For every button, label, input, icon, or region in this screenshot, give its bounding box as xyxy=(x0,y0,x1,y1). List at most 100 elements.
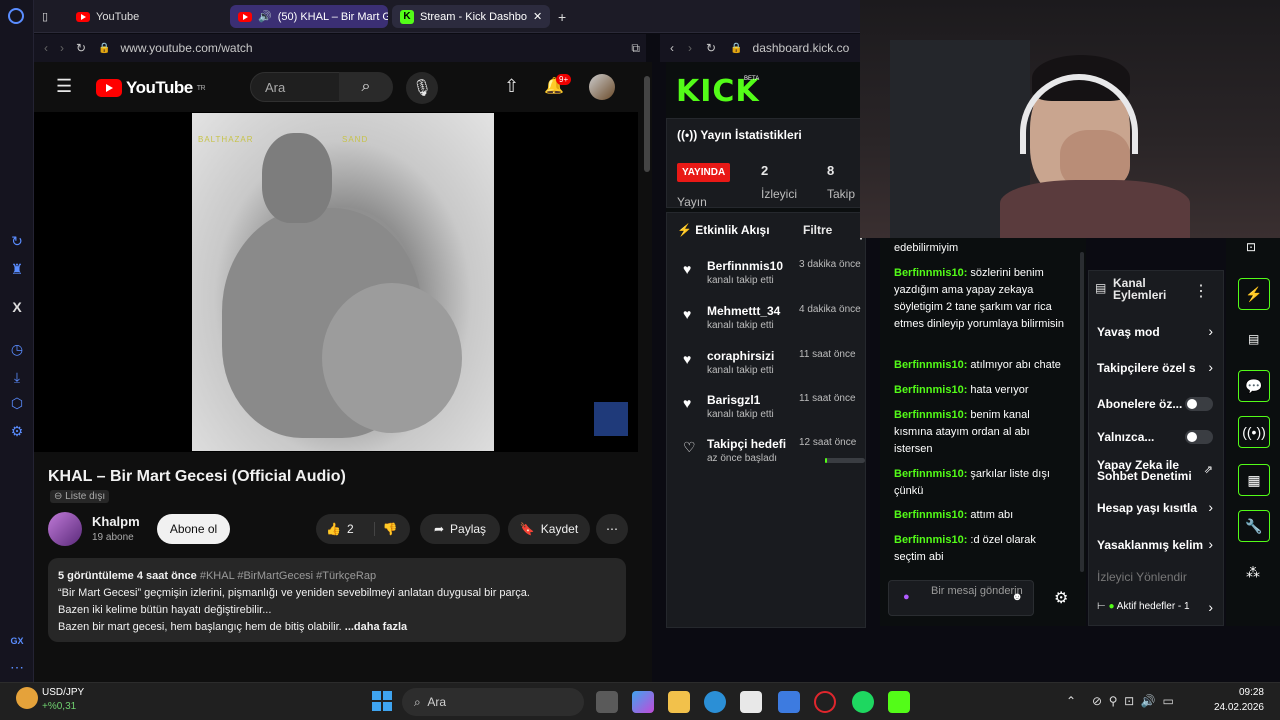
actions-menu-icon[interactable]: ⋮ xyxy=(1193,281,1209,301)
youtube-page: ☰ YouTube TR Ara ⌕ 🎙 ⇧ 🔔 9+ BALTHAZAR SA… xyxy=(34,62,652,682)
x-twitter-icon[interactable]: X xyxy=(8,298,26,316)
chat-bubble-button[interactable]: 💬 xyxy=(1238,370,1270,402)
tab-khal-video[interactable]: 🔊 (50) KHAL – Bir Mart G xyxy=(230,5,388,28)
edge-icon[interactable] xyxy=(704,691,726,713)
broadcast-button[interactable]: ((•)) xyxy=(1238,416,1270,448)
feed-item: ♥ Berfinnmis10 kanalı takip etti 3 dakik… xyxy=(683,259,861,286)
heart-icon: ♥ xyxy=(683,395,692,411)
document-icon[interactable]: ▤ xyxy=(1248,332,1259,346)
show-more-link[interactable]: ...daha fazla xyxy=(345,621,407,633)
chevron-right-icon[interactable]: › xyxy=(1208,499,1213,515)
task-view-icon[interactable] xyxy=(596,691,618,713)
scrollbar[interactable] xyxy=(642,62,652,682)
taskbar-search[interactable]: ⌕ Ara xyxy=(402,688,584,716)
url-text[interactable]: www.youtube.com/watch xyxy=(121,41,253,55)
downloads-icon[interactable]: ⤓ xyxy=(8,368,26,386)
heart-icon: ♥ xyxy=(683,306,692,322)
like-icon[interactable]: 👍 xyxy=(326,522,341,536)
back-icon[interactable]: ‹ xyxy=(44,41,48,55)
tab-youtube[interactable]: YouTube xyxy=(68,5,218,28)
search-input[interactable]: Ara xyxy=(250,72,340,102)
action-account-age[interactable]: Hesap yaşı kısıtla xyxy=(1097,501,1197,515)
gx-icon[interactable]: GX xyxy=(8,632,26,650)
emoji-icon[interactable]: ☻ xyxy=(1011,591,1023,604)
kick-app-icon[interactable] xyxy=(888,691,910,713)
speaker-icon: 🔊 xyxy=(258,11,272,23)
avatar[interactable] xyxy=(589,74,615,100)
chat-message: Berfinnmis10: benim kanal kısmına atayım… xyxy=(894,409,1030,455)
chevron-right-icon[interactable]: › xyxy=(1208,536,1213,552)
share-button[interactable]: ➦ Paylaş xyxy=(420,514,500,544)
aria-icon[interactable]: ↻ xyxy=(8,232,26,250)
messenger-icon[interactable]: ♜ xyxy=(8,260,26,278)
channel-name[interactable]: Khalpm xyxy=(92,514,140,529)
video-manager-button[interactable]: ▦ xyxy=(1238,464,1270,496)
video-player[interactable]: BALTHAZAR SAND xyxy=(34,112,638,452)
emotes-only-toggle[interactable] xyxy=(1185,430,1213,444)
action-ai-moderation[interactable]: Yapay Zeka ile Sohbet Denetimi xyxy=(1097,459,1203,482)
close-tab-icon[interactable]: ✕ xyxy=(533,10,542,23)
subscribers-only-toggle[interactable] xyxy=(1185,397,1213,411)
subscribe-button[interactable]: Abone ol xyxy=(157,514,230,544)
external-link-icon[interactable]: ⇗ xyxy=(1204,463,1213,476)
save-button[interactable]: 🔖 Kaydet xyxy=(508,514,590,544)
upload-icon[interactable]: ⇧ xyxy=(504,76,519,97)
mic-icon[interactable]: ● xyxy=(903,591,910,604)
opera-logo-icon[interactable] xyxy=(8,8,24,24)
youtube-logo[interactable]: YouTube TR xyxy=(96,78,206,98)
chevron-right-icon[interactable]: › xyxy=(1208,359,1213,375)
action-banned-words[interactable]: Yasaklanmış kelim xyxy=(1097,538,1203,552)
more-dots-icon[interactable]: ⁂ xyxy=(1246,564,1260,581)
ticker-icon[interactable] xyxy=(16,687,38,709)
chevron-right-icon[interactable]: › xyxy=(1208,323,1213,339)
new-tab-button[interactable]: + xyxy=(554,5,574,28)
history-icon[interactable]: ◷ xyxy=(8,340,26,358)
outlook-icon[interactable] xyxy=(778,691,800,713)
heart-icon: ♥ xyxy=(683,351,692,367)
filter-button[interactable]: Filtre xyxy=(803,223,832,237)
more-icon[interactable]: ⋯ xyxy=(8,658,26,676)
windows-start-icon[interactable] xyxy=(372,691,392,711)
chat-scrollbar[interactable] xyxy=(1080,252,1084,572)
tray-chevron-icon[interactable]: ⌃ xyxy=(1066,694,1076,708)
tray-icons[interactable]: ⊘ ⚲ ⊡ 🔊 ▭ xyxy=(1092,694,1174,708)
hashtags[interactable]: #KHAL #BirMartGecesi #TürkçeRap xyxy=(200,570,376,582)
store-icon[interactable] xyxy=(740,691,762,713)
channel-subs: 19 abone xyxy=(92,532,134,543)
opera-gx-icon[interactable] xyxy=(814,691,836,713)
reload-icon[interactable]: ↻ xyxy=(706,41,716,55)
forward-icon[interactable]: › xyxy=(60,41,64,55)
extensions-icon[interactable]: ⬡ xyxy=(8,394,26,412)
chat-input[interactable]: ● Bir mesaj gönderin ☻ xyxy=(888,580,1034,616)
action-slow-mode[interactable]: Yavaş mod xyxy=(1097,325,1160,339)
more-actions-button[interactable]: ⋯ xyxy=(596,514,628,544)
voice-search-button[interactable]: 🎙 xyxy=(406,72,438,104)
wrench-button[interactable]: 🔧 xyxy=(1238,510,1270,542)
chat-settings-icon[interactable]: ⚙ xyxy=(1054,588,1068,608)
action-active-goals[interactable]: ⊢ ● Aktif hedefler - 1 xyxy=(1097,601,1190,612)
page-icon[interactable]: ▯ xyxy=(42,5,62,28)
lightning-button[interactable]: ⚡ xyxy=(1238,278,1270,310)
channel-avatar[interactable] xyxy=(48,512,82,546)
channel-actions-panel: ▤ Kanal Eylemleri ⋮ Yavaş mod › Takipçil… xyxy=(1088,270,1224,626)
dislike-icon[interactable]: 👎 xyxy=(373,522,398,536)
settings-icon[interactable]: ⚙ xyxy=(8,422,26,440)
copilot-icon[interactable] xyxy=(632,691,654,713)
file-explorer-icon[interactable] xyxy=(668,691,690,713)
spotify-icon[interactable] xyxy=(852,691,874,713)
search-button[interactable]: ⌕ xyxy=(339,72,393,102)
chevron-right-icon[interactable]: › xyxy=(1208,599,1213,615)
action-followers-only[interactable]: Takipçilere özel s xyxy=(1097,361,1207,375)
forward-icon[interactable]: › xyxy=(688,41,692,55)
tab-kick-dashboard[interactable]: K Stream - Kick Dashbo ✕ xyxy=(392,5,550,28)
description-box[interactable]: 5 görüntüleme 4 saat önce #KHAL #BirMart… xyxy=(48,558,626,642)
reload-icon[interactable]: ↻ xyxy=(76,41,86,55)
youtube-play-icon xyxy=(96,79,122,97)
back-icon[interactable]: ‹ xyxy=(670,41,674,55)
camera-icon[interactable]: ⊡ xyxy=(1246,240,1256,254)
menu-icon[interactable]: ☰ xyxy=(56,76,72,97)
extensions-puzzle-icon[interactable]: ⧉ xyxy=(631,41,640,56)
like-dislike-group: 👍 2 👎 xyxy=(316,514,410,544)
url-text[interactable]: dashboard.kick.co xyxy=(753,41,850,55)
lightning-icon: ⚡ xyxy=(677,223,692,237)
